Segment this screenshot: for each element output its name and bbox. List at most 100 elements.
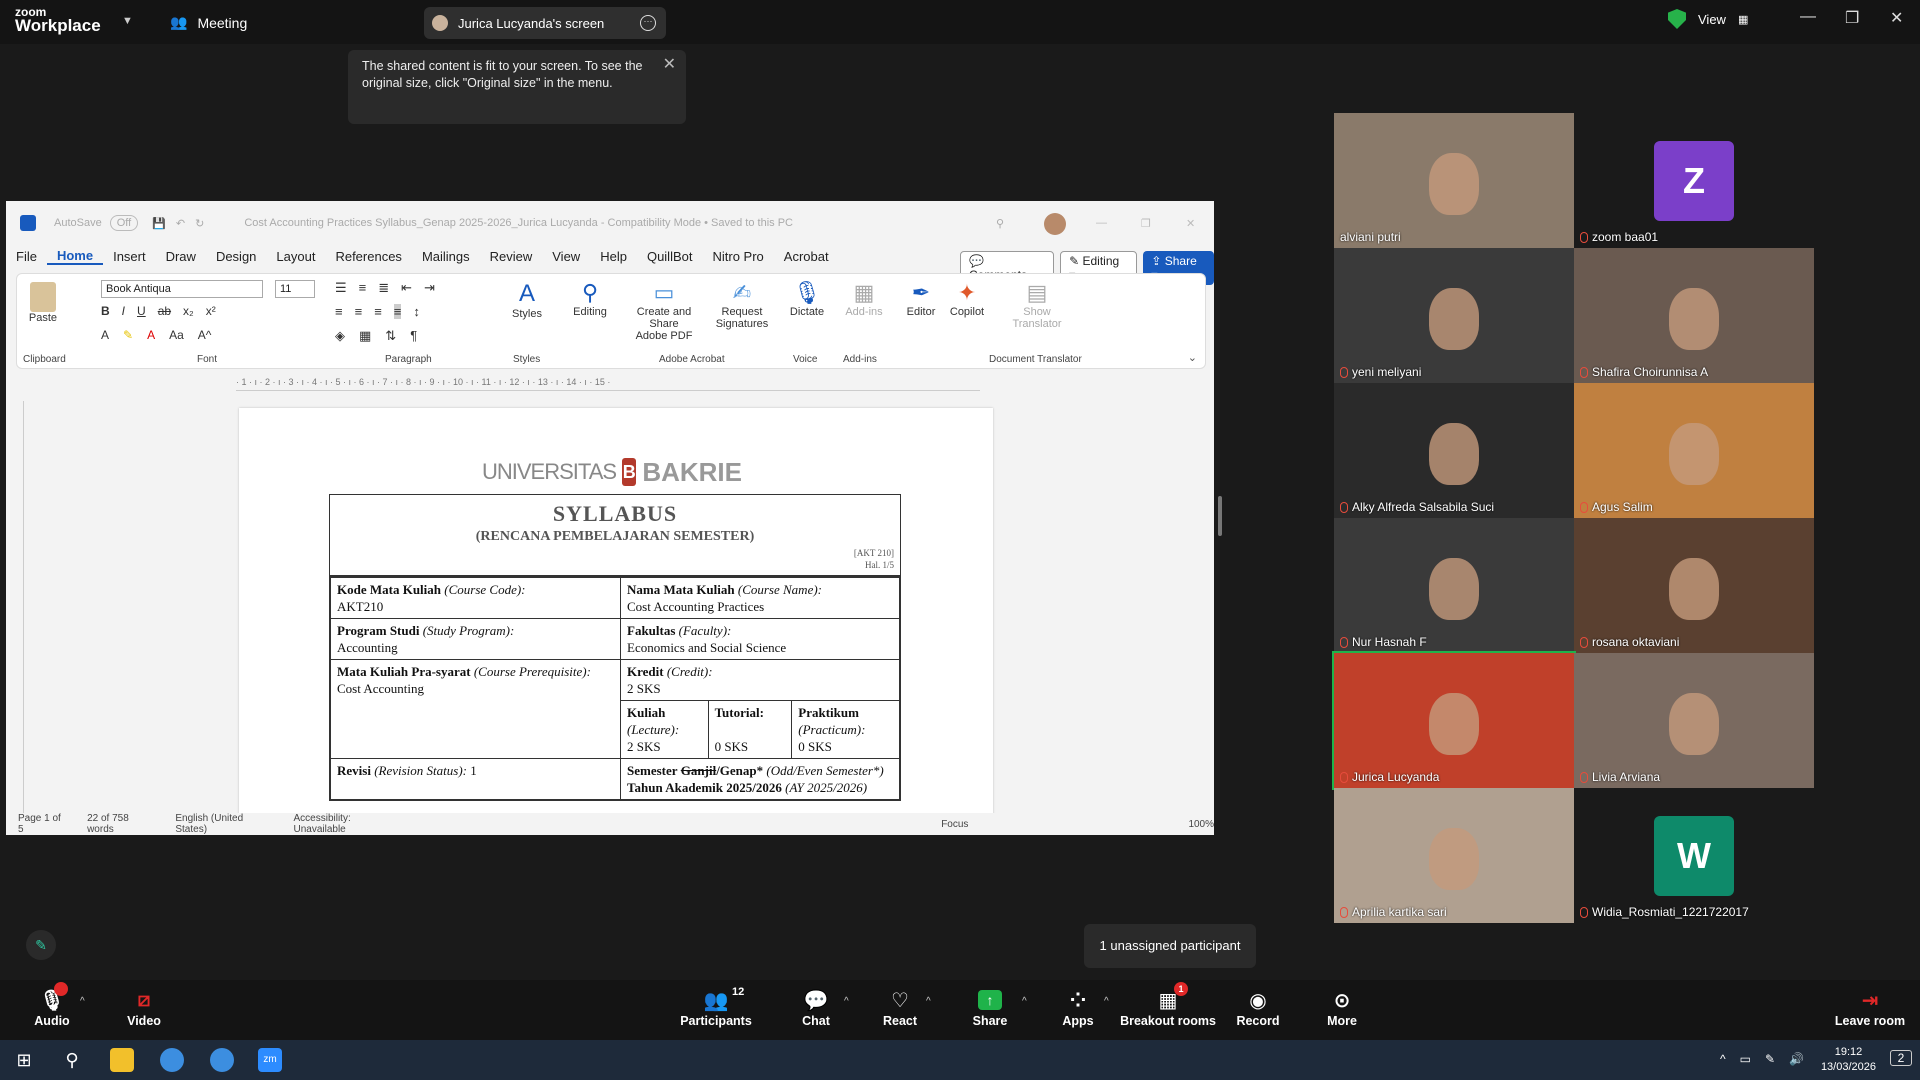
chrome-icon[interactable] xyxy=(160,1048,184,1072)
strikethrough-icon[interactable]: ab xyxy=(158,304,171,318)
close-icon[interactable]: ✕ xyxy=(663,56,676,73)
accessibility-status[interactable]: Accessibility: Unavailable xyxy=(293,813,401,835)
pen-icon[interactable]: ✎ xyxy=(1765,1052,1775,1066)
justify-icon[interactable]: ≡ xyxy=(393,304,402,319)
participant-tile[interactable]: W Widia_Rosmiati_1221722017 xyxy=(1574,788,1814,923)
pilcrow-icon[interactable]: ¶ xyxy=(410,328,417,344)
chevron-down-icon[interactable]: ▼ xyxy=(122,15,133,27)
minimize-icon[interactable]: — xyxy=(1800,8,1816,26)
tab-help[interactable]: Help xyxy=(590,249,637,264)
participants-button[interactable]: 👥 12 Participants xyxy=(666,986,766,1028)
search-icon[interactable]: ⚲ xyxy=(996,217,1004,230)
chat-caret-icon[interactable]: ^ xyxy=(844,996,849,1007)
audio-caret-icon[interactable]: ^ xyxy=(80,996,85,1007)
video-button[interactable]: ⧄ Video xyxy=(104,986,184,1029)
participant-tile[interactable]: Jurica Lucyanda xyxy=(1332,651,1576,790)
participant-tile[interactable]: rosana oktaviani xyxy=(1574,518,1814,653)
tab-file[interactable]: File xyxy=(6,249,47,264)
annotate-pen-icon[interactable]: ✎ xyxy=(26,930,56,960)
share-caret-icon[interactable]: ^ xyxy=(1022,996,1027,1007)
avatar[interactable] xyxy=(1044,213,1066,235)
bold-icon[interactable]: B xyxy=(101,304,110,318)
leave-room-button[interactable]: ⇥ Leave room xyxy=(1824,986,1916,1029)
change-case-icon[interactable]: Aa xyxy=(169,328,184,342)
word-count[interactable]: 22 of 758 words xyxy=(87,813,155,835)
react-caret-icon[interactable]: ^ xyxy=(926,996,931,1007)
file-explorer-icon[interactable] xyxy=(110,1048,134,1072)
line-spacing-icon[interactable]: ↕ xyxy=(413,304,420,319)
borders-icon[interactable]: ▦ xyxy=(359,328,371,344)
undo-icon[interactable]: ↶ xyxy=(176,217,185,230)
clock[interactable]: 19:12 13/03/2026 xyxy=(1821,1045,1876,1075)
increase-indent-icon[interactable]: ⇥ xyxy=(424,280,435,296)
share-screen-tab[interactable]: Jurica Lucyanda's screen ··· xyxy=(424,7,666,39)
sort-icon[interactable]: ⇅ xyxy=(385,328,396,344)
save-icon[interactable]: 💾 xyxy=(152,217,166,230)
search-icon[interactable]: ⚲ xyxy=(60,1048,84,1072)
superscript-icon[interactable]: x² xyxy=(206,304,216,318)
meeting-info-button[interactable]: 👥 Meeting xyxy=(170,14,247,31)
audio-button[interactable]: 🎙 Audio xyxy=(12,982,92,1028)
request-signatures-button[interactable]: ✍ Request Signatures xyxy=(707,280,777,330)
tab-draw[interactable]: Draw xyxy=(156,249,206,264)
align-center-icon[interactable]: ≡ xyxy=(355,304,363,319)
collapse-ribbon-icon[interactable]: ⌄ xyxy=(1188,351,1197,364)
participant-tile[interactable]: Alky Alfreda Salsabila Suci xyxy=(1334,383,1574,518)
participant-tile[interactable]: Livia Arviana xyxy=(1574,653,1814,788)
align-right-icon[interactable]: ≡ xyxy=(374,304,382,319)
tab-view[interactable]: View xyxy=(542,249,590,264)
react-button[interactable]: ♡ React xyxy=(860,986,940,1029)
zoom-level[interactable]: 100% xyxy=(1188,819,1214,830)
tab-nitro-pro[interactable]: Nitro Pro xyxy=(702,249,773,264)
minimize-icon[interactable]: — xyxy=(1096,217,1107,229)
bullets-icon[interactable]: ☰ xyxy=(335,280,347,296)
restore-icon[interactable]: ❐ xyxy=(1141,217,1151,230)
numbering-icon[interactable]: ≡ xyxy=(359,280,367,296)
underline-icon[interactable]: U xyxy=(137,304,146,318)
chevron-up-icon[interactable]: ^ xyxy=(1720,1052,1726,1066)
decrease-indent-icon[interactable]: ⇤ xyxy=(401,280,412,296)
share-screen-button[interactable]: ↑ Share xyxy=(950,986,1030,1028)
chat-button[interactable]: 💬 Chat xyxy=(776,986,856,1029)
close-icon[interactable]: ✕ xyxy=(1186,217,1195,230)
autosave-toggle[interactable]: Off xyxy=(109,215,139,231)
tab-design[interactable]: Design xyxy=(206,249,266,264)
tab-references[interactable]: References xyxy=(325,249,411,264)
font-name-select[interactable]: Book Antiqua xyxy=(101,280,263,298)
participant-tile[interactable]: Nur Hasnah F xyxy=(1334,518,1574,653)
font-size-select[interactable]: 11 xyxy=(275,280,315,298)
apps-caret-icon[interactable]: ^ xyxy=(1104,996,1109,1007)
grow-font-icon[interactable]: A^ xyxy=(198,328,212,342)
tab-insert[interactable]: Insert xyxy=(103,249,156,264)
tab-review[interactable]: Review xyxy=(480,249,543,264)
participant-tile[interactable]: Zzoom baa01 xyxy=(1574,113,1814,248)
view-button[interactable]: View ▦ xyxy=(1668,9,1748,29)
tab-home[interactable]: Home xyxy=(46,248,104,265)
align-left-icon[interactable]: ≡ xyxy=(335,304,343,319)
tab-quillbot[interactable]: QuillBot xyxy=(637,249,703,264)
volume-icon[interactable]: 🔊 xyxy=(1789,1052,1804,1066)
font-color-icon[interactable]: A xyxy=(147,328,155,342)
focus-button[interactable]: Focus xyxy=(941,819,968,830)
more-options-icon[interactable]: ··· xyxy=(640,15,656,31)
participant-tile[interactable]: alviani putri xyxy=(1334,113,1574,248)
show-translator-button[interactable]: ▤ Show Translator xyxy=(1007,280,1067,330)
splitter-handle[interactable] xyxy=(1218,496,1222,536)
participant-tile[interactable]: Agus Salim xyxy=(1574,383,1814,518)
language[interactable]: English (United States) xyxy=(175,813,273,835)
italic-icon[interactable]: I xyxy=(122,304,125,318)
zoom-app-icon[interactable]: zm xyxy=(258,1048,282,1072)
tab-mailings[interactable]: Mailings xyxy=(412,249,480,264)
page-count[interactable]: Page 1 of 5 xyxy=(18,813,67,835)
restore-icon[interactable]: ❐ xyxy=(1845,8,1859,28)
more-button[interactable]: ⊙ More xyxy=(1302,986,1382,1029)
participant-tile[interactable]: yeni meliyani xyxy=(1334,248,1574,383)
close-icon[interactable]: ✕ xyxy=(1890,8,1903,28)
highlight-icon[interactable]: ✎ xyxy=(123,328,133,342)
participant-tile[interactable]: Shafira Choirunnisa A xyxy=(1574,248,1814,383)
record-button[interactable]: ◉ Record xyxy=(1218,986,1298,1029)
editor-button[interactable]: ✒ Editor xyxy=(901,280,941,318)
shading-icon[interactable]: ◈ xyxy=(335,328,345,344)
windows-start-icon[interactable]: ⊞ xyxy=(12,1048,36,1072)
apps-button[interactable]: ⁘ Apps xyxy=(1038,986,1118,1029)
